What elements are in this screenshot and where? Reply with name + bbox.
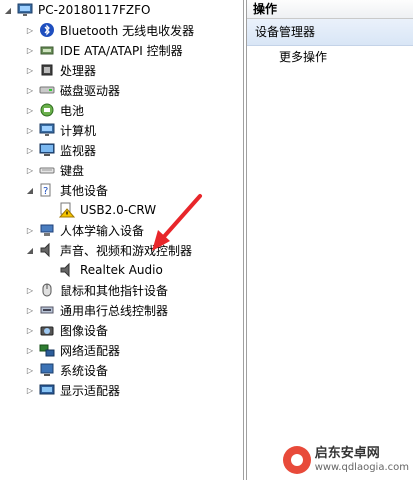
- watermark-url: www.qdlaogia.com: [314, 461, 409, 473]
- watermark-logo-icon: [282, 446, 311, 474]
- annotation-arrow: [152, 194, 202, 251]
- watermark: 启东安卓网 www.qdlaogia.com: [282, 445, 409, 474]
- watermark-name: 启东安卓网: [314, 445, 380, 461]
